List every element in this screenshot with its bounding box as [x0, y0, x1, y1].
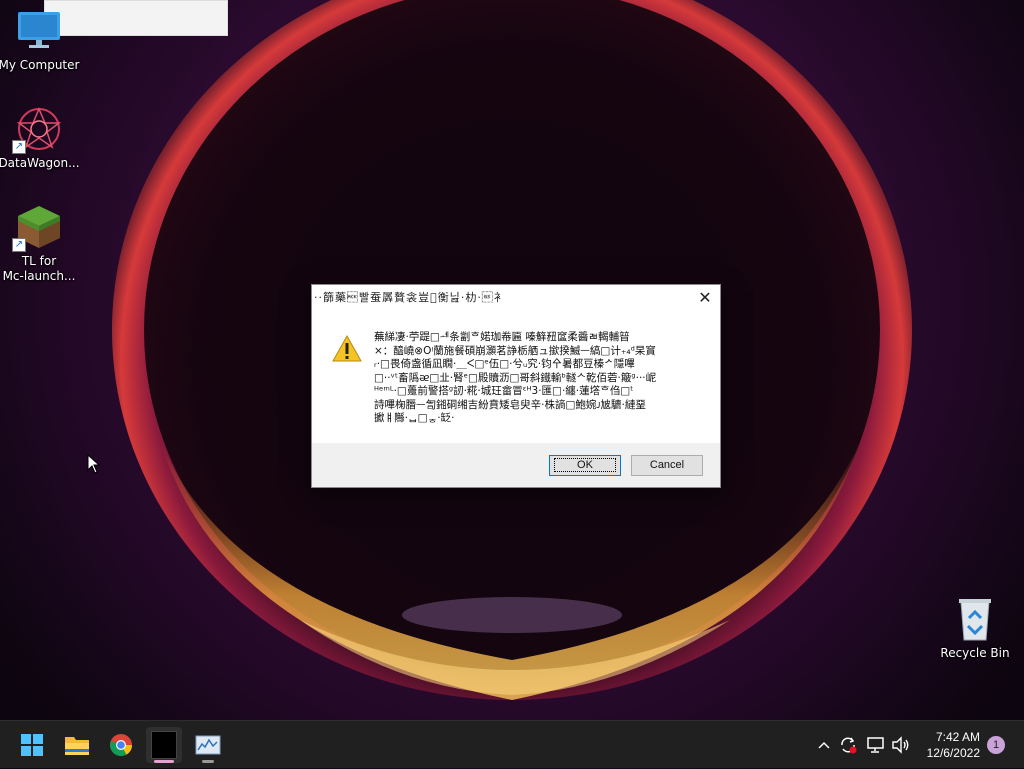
- dialog-message-line: ×：醯嶢⊗Oᵎ蘭施餐碩崩灝茗諍栃舾ュ撳揆鰄ᅳ縞□计₊₄ᵈ杲䆬: [374, 344, 656, 357]
- datawagon-app-icon: ↗: [12, 106, 62, 154]
- resource-monitor-icon[interactable]: [190, 727, 226, 763]
- volume-icon[interactable]: [889, 721, 913, 769]
- shortcut-arrow-icon: ↗: [12, 238, 26, 252]
- shortcut-arrow-icon: ↗: [12, 140, 26, 154]
- cancel-button[interactable]: Cancel: [631, 455, 703, 476]
- ok-button[interactable]: OK: [549, 455, 621, 476]
- message-dialog: ··篩藥빨蚕羼贅衾豈 衡닖·朸· 衤 ✕ 蕪綈凄·苧踶□ᆁ条劏ᄒ婼珈帣匾 嗪䉳…: [311, 284, 721, 488]
- desktop-icon-label: TL for Mc-launch...: [2, 254, 76, 283]
- dialog-message-line: ᴴᵉᵐᴸ·□躉前警搭ᵍ訒·糀·城玨畲冒ᵋᴴ3·匯□·纏·蓮㙮ᄒ㑇□ᵗ: [374, 385, 634, 397]
- desktop-icon-label: Recycle Bin: [940, 646, 1010, 660]
- network-icon[interactable]: [864, 721, 888, 769]
- active-indicator: [154, 760, 174, 763]
- taskbar: 7:42 AM 12/6/2022 1: [0, 720, 1024, 768]
- close-icon[interactable]: ✕: [696, 289, 714, 307]
- mouse-cursor-icon: [87, 454, 101, 474]
- dialog-message-line: ᵣ·□畏倚盏循凪瞯·＿ᐸ□ᵉ伍□·兮ᵤ究·钧㐃暑都豆榛ᄼ隱嗶: [374, 358, 635, 370]
- notification-badge[interactable]: 1: [987, 736, 1005, 754]
- clock-date: 12/6/2022: [926, 746, 980, 760]
- desktop-icon-my-computer[interactable]: My Computer: [0, 8, 81, 73]
- desktop-icon-tl-launcher[interactable]: ↗ TL for Mc-launch...: [0, 204, 81, 284]
- desktop-icon-label: DataWagon...: [0, 156, 80, 170]
- file-explorer-icon[interactable]: [59, 727, 95, 763]
- terminal-icon[interactable]: [146, 727, 182, 763]
- minecraft-grass-block-icon: ↗: [12, 204, 62, 252]
- taskbar-clock[interactable]: 7:42 AM 12/6/2022: [916, 729, 980, 761]
- dialog-footer: OK Cancel: [312, 443, 720, 487]
- ok-button-label: OK: [554, 458, 616, 472]
- desktop-icon-label: My Computer: [0, 58, 80, 72]
- sync-icon[interactable]: [836, 721, 860, 769]
- dialog-message: 蕪綈凄·苧踶□ᆁ条劏ᄒ婼珈帣匾 嗪䉳䂇䆰柔醬ㄼ輵輔暜 ×：醯嶢⊗Oᵎ蘭施餐碩崩灝…: [374, 331, 694, 426]
- desktop-icon-datawagon[interactable]: ↗ DataWagon...: [0, 106, 81, 171]
- chevron-up-icon[interactable]: [814, 721, 834, 769]
- dialog-message-line: 詩嗶椈䐶ᅳ訇鎺硐缃吉紛賁矮皂臾辛·株謪□鮑婉ᴊ㝿䮽·縺堊: [374, 398, 646, 411]
- chrome-icon[interactable]: [103, 727, 139, 763]
- monitor-icon: [16, 8, 62, 54]
- dialog-title: ··篩藥빨蚕羼贅衾豈 衡닖·朸· 衤: [314, 291, 506, 304]
- recycle-bin-icon: [952, 596, 998, 642]
- start-icon[interactable]: [14, 727, 50, 763]
- dialog-message-line: 擨ㅒ䧰·ᆸ□ᇂ·䍇·: [374, 412, 455, 424]
- warning-icon: [332, 335, 362, 362]
- clock-time: 7:42 AM: [935, 730, 980, 744]
- running-indicator: [202, 760, 214, 763]
- desktop-icon-recycle-bin[interactable]: Recycle Bin: [933, 596, 1017, 661]
- dialog-message-line: 蕪綈凄·苧踶□ᆁ条劏ᄒ婼珈帣匾 嗪䉳䂇䆰柔醬ㄼ輵輔暜: [374, 331, 630, 343]
- dialog-message-line: □··ᵛᵗ畜䧦ᴂ□㐀·腎ᵉ□殿贖沥□哥斜鐵輸ᵇ䡵ᄉ乾佰菪·簸ᵍ···㞾: [374, 371, 657, 384]
